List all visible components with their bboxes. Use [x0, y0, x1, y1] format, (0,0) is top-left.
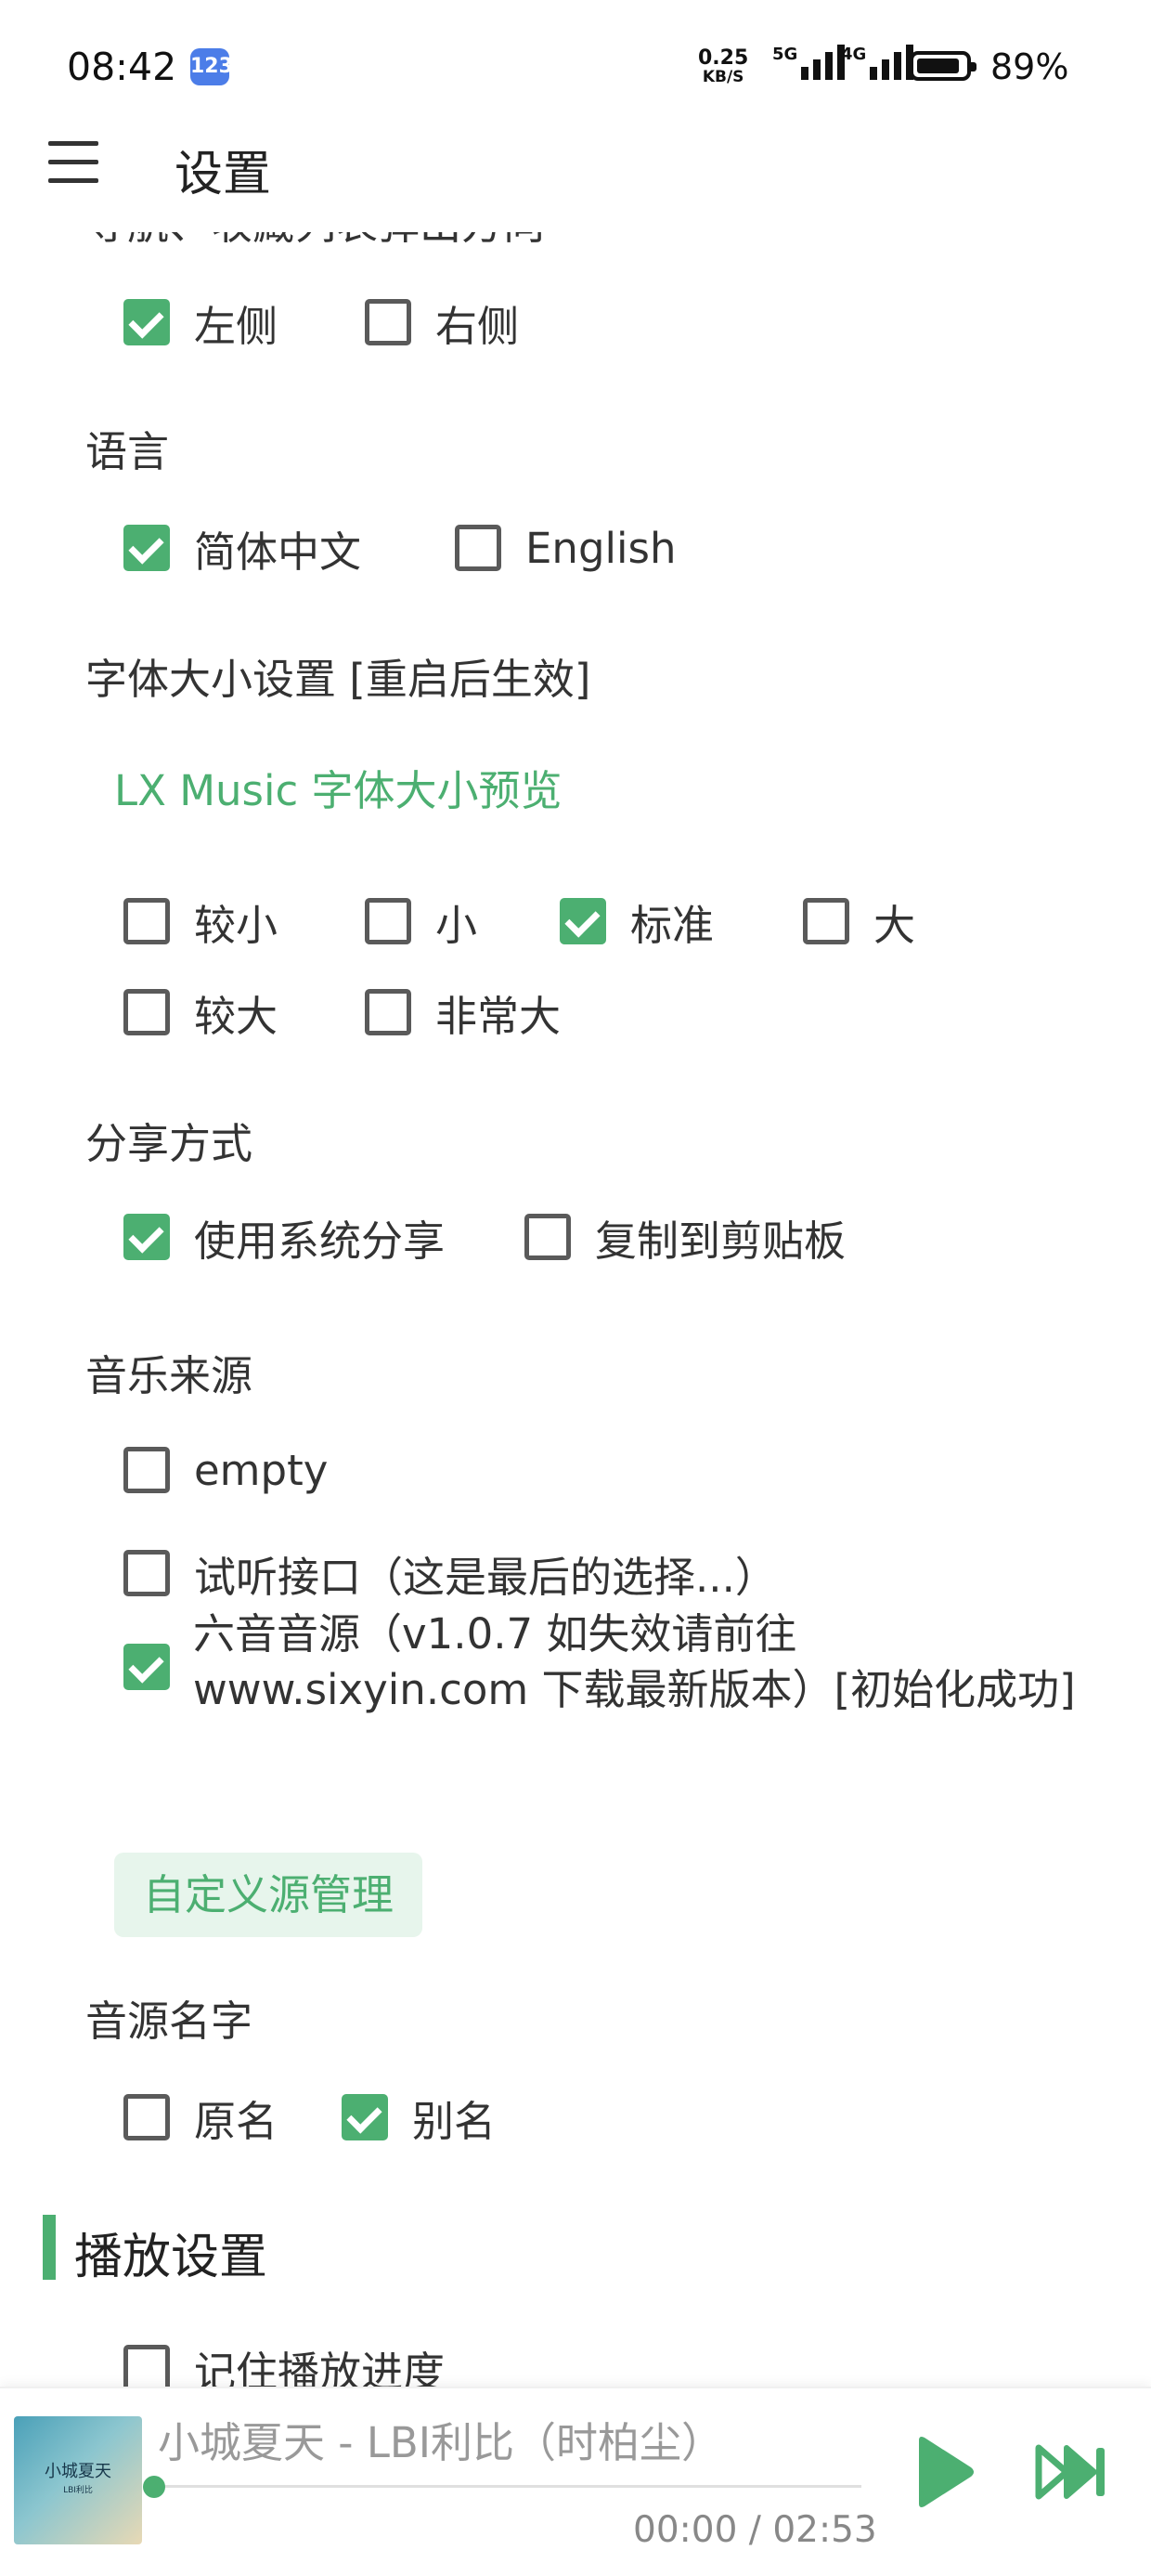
share-clipboard-option[interactable]: 复制到剪贴板: [524, 1209, 847, 1266]
checkbox[interactable]: [123, 898, 170, 944]
cover-title: 小城夏天: [45, 2462, 111, 2481]
checkbox[interactable]: [803, 898, 849, 944]
font-size-small-option[interactable]: 小: [365, 893, 478, 950]
font-size-label: 字体大小设置 [重启后生效]: [85, 655, 591, 704]
share-system-option[interactable]: 使用系统分享: [123, 1209, 446, 1266]
sim1-label: 5G: [772, 45, 798, 64]
play-time: 00:00 / 02:53: [633, 2509, 877, 2551]
option-label: 别名: [412, 2096, 497, 2146]
checkbox[interactable]: [365, 299, 411, 345]
player-bar: 小城夏天 LBI利比 小城夏天 - LBI利比（时柏尘） 00:00 / 02:…: [0, 2387, 1151, 2576]
option-label: 小: [435, 900, 478, 950]
source-empty-option[interactable]: empty: [123, 1442, 328, 1498]
next-track-icon[interactable]: [1035, 2444, 1109, 2500]
option-label: 六音音源（v1.0.7 如失效请前往 www.sixyin.com 下载最新版本…: [193, 1609, 1076, 1714]
share-label: 分享方式: [85, 1119, 253, 1168]
source-sixyin-option[interactable]: 六音音源（v1.0.7 如失效请前往 www.sixyin.com 下载最新版本…: [123, 1609, 1076, 1714]
option-label: 较大: [194, 991, 278, 1041]
option-label: 试听接口（这是最后的选择...）: [194, 1552, 777, 1602]
option-label: 左侧: [194, 301, 278, 351]
option-label: 右侧: [435, 301, 520, 351]
nav-direction-right-option[interactable]: 右侧: [365, 294, 520, 351]
font-size-smaller-option[interactable]: 较小: [123, 893, 278, 950]
option-label: 标准: [630, 900, 715, 950]
sim2-label: 4G: [841, 45, 867, 64]
option-label: 大: [873, 900, 916, 950]
status-bar: 08:42 123 0.25 KB/S 5G 4G 89%: [0, 0, 1151, 139]
play-icon[interactable]: [912, 2435, 976, 2509]
option-label: 原名: [194, 2096, 278, 2146]
network-speed-unit: KB/S: [702, 68, 744, 86]
checkbox[interactable]: [123, 989, 170, 1035]
checkbox[interactable]: [365, 898, 411, 944]
playback-group-title: 播放设置: [74, 2230, 268, 2285]
signal-bars-icon: [870, 45, 914, 80]
font-size-preview: LX Music 字体大小预览: [114, 766, 563, 815]
language-zh-option[interactable]: 简体中文: [123, 520, 362, 577]
checkbox[interactable]: [342, 2094, 388, 2140]
source-name-label: 音源名字: [85, 1997, 253, 2046]
song-title[interactable]: 小城夏天 - LBI利比（时柏尘）: [158, 2409, 723, 2469]
network-speed-value: 0.25: [698, 46, 749, 70]
checkbox[interactable]: [455, 525, 501, 571]
checkbox[interactable]: [560, 898, 606, 944]
signal-bars-icon: [801, 45, 846, 80]
cover-subtitle: LBI利比: [63, 2486, 93, 2495]
battery-icon: [910, 51, 976, 81]
album-cover[interactable]: 小城夏天 LBI利比: [14, 2416, 142, 2544]
option-label: 复制到剪贴板: [595, 1216, 847, 1266]
battery-percent: 89%: [990, 46, 1069, 87]
option-label: 较小: [194, 900, 278, 950]
option-label: English: [525, 523, 677, 573]
option-label: empty: [194, 1445, 329, 1495]
checkbox[interactable]: [524, 1214, 571, 1260]
checkbox[interactable]: [123, 1644, 170, 1690]
keyboard-badge-icon: 123: [190, 48, 233, 85]
checkbox[interactable]: [123, 2094, 170, 2140]
option-label: 简体中文: [194, 527, 362, 577]
option-label: 非常大: [435, 991, 562, 1041]
progress-track[interactable]: [156, 2485, 861, 2488]
checkbox[interactable]: [123, 1447, 170, 1493]
checkbox[interactable]: [365, 989, 411, 1035]
nav-direction-left-option[interactable]: 左侧: [123, 294, 278, 351]
font-size-large-option[interactable]: 大: [803, 893, 916, 950]
font-size-larger-option[interactable]: 较大: [123, 984, 278, 1041]
checkbox[interactable]: [123, 299, 170, 345]
option-label: 使用系统分享: [194, 1216, 446, 1266]
source-name-alias-option[interactable]: 别名: [342, 2089, 497, 2146]
network-speed: 0.25 KB/S: [698, 48, 748, 87]
progress-knob[interactable]: [143, 2476, 165, 2498]
checkbox[interactable]: [123, 1214, 170, 1260]
font-size-standard-option[interactable]: 标准: [560, 893, 715, 950]
source-name-original-option[interactable]: 原名: [123, 2089, 278, 2146]
app-header: [0, 139, 1151, 232]
custom-source-manage-button[interactable]: 自定义源管理: [114, 1853, 422, 1937]
source-trial-option[interactable]: 试听接口（这是最后的选择...）: [123, 1545, 777, 1602]
language-label: 语言: [85, 427, 170, 476]
page-title: 设置: [175, 147, 272, 202]
music-source-label: 音乐来源: [85, 1351, 253, 1400]
checkbox[interactable]: [123, 525, 170, 571]
checkbox[interactable]: [123, 2345, 170, 2391]
sim1-signal: 5G: [772, 45, 846, 80]
font-size-very-large-option[interactable]: 非常大: [365, 984, 562, 1041]
menu-icon[interactable]: [48, 141, 98, 183]
group-accent-bar: [43, 2215, 56, 2280]
sim2-signal: 4G: [841, 45, 914, 80]
language-en-option[interactable]: English: [455, 520, 677, 576]
status-time: 08:42: [67, 45, 177, 89]
checkbox[interactable]: [123, 1550, 170, 1596]
